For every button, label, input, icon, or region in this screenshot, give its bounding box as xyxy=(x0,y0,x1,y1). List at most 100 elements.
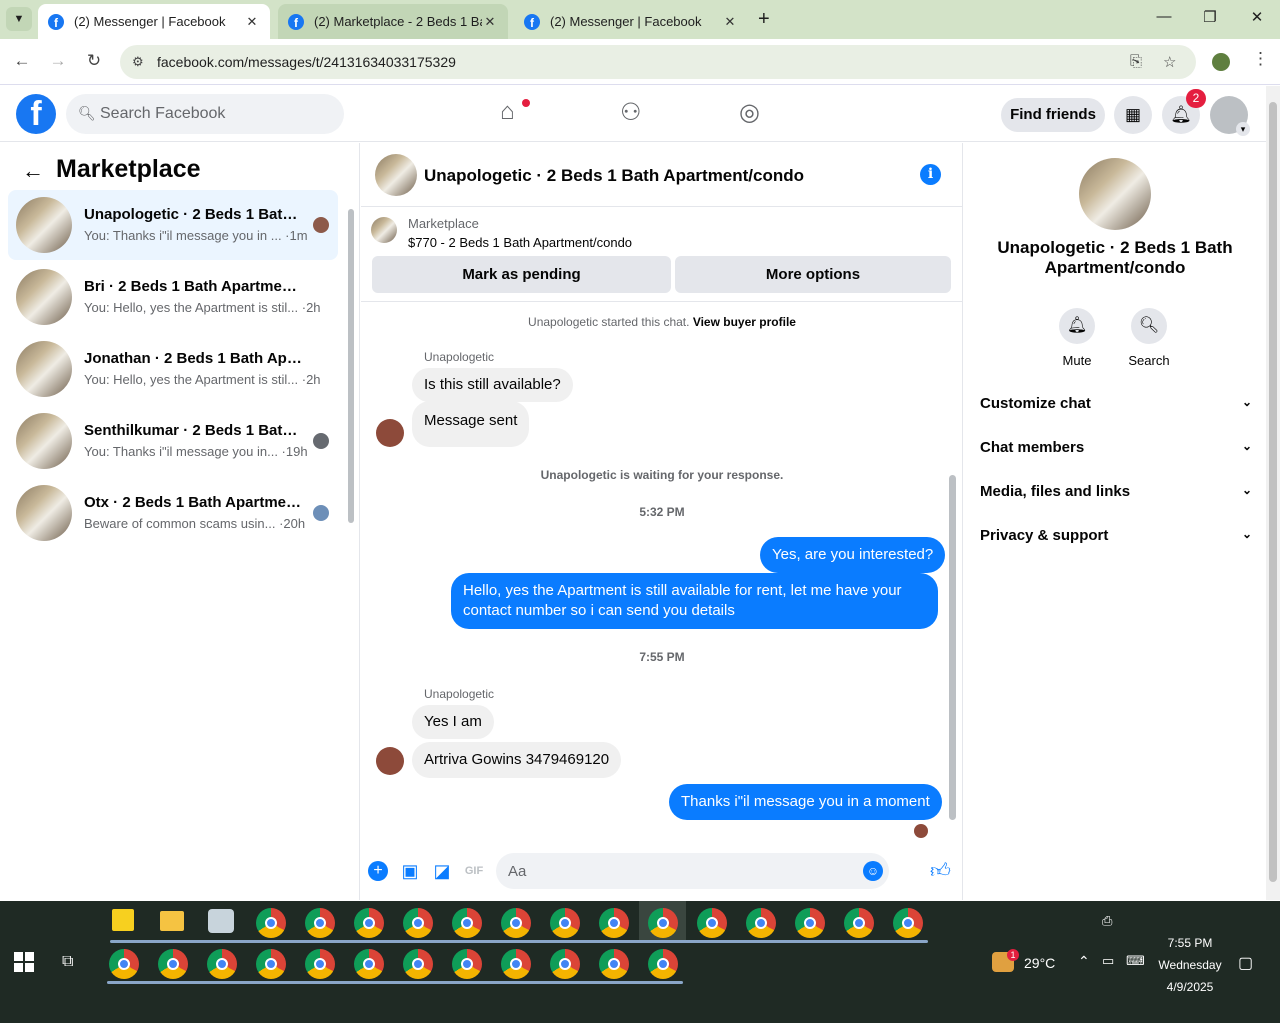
chrome-icon[interactable] xyxy=(550,949,580,979)
privacy-support-row[interactable]: Privacy & support ⌄ xyxy=(980,527,1252,549)
plus-icon[interactable]: + xyxy=(368,861,388,881)
task-view-icon[interactable]: ⧉ xyxy=(62,953,73,971)
keyboard-icon[interactable]: ⌨ xyxy=(1126,953,1145,969)
chat-members-row[interactable]: Chat members ⌄ xyxy=(980,439,1252,461)
chrome-icon[interactable] xyxy=(256,908,286,938)
back-icon[interactable]: ← xyxy=(12,51,32,71)
chrome-icon[interactable] xyxy=(403,908,433,938)
outgoing-message[interactable]: Thanks i"il message you in a moment xyxy=(669,784,942,820)
address-bar[interactable]: ⚙ facebook.com/messages/t/24131634033175… xyxy=(120,45,1196,79)
bookmark-star-icon[interactable]: ☆ xyxy=(1163,53,1176,71)
chrome-icon[interactable] xyxy=(599,949,629,979)
gif-icon[interactable]: GIF xyxy=(464,861,484,881)
sticker-icon[interactable]: ◪ xyxy=(432,861,452,881)
more-options-button[interactable]: More options xyxy=(675,256,951,293)
mute-button[interactable]: 🔔︎ Mute xyxy=(1047,308,1107,368)
photo-icon[interactable]: ▣ xyxy=(400,861,420,881)
reload-icon[interactable]: ↻ xyxy=(84,51,104,71)
conversation-item[interactable]: Otx · 2 Beds 1 Bath Apartment/condo Bewa… xyxy=(8,478,338,548)
meet-now-icon[interactable]: ⎙ xyxy=(1102,913,1112,929)
scrollbar-thumb[interactable] xyxy=(1269,102,1277,882)
sender-avatar[interactable] xyxy=(376,419,404,447)
scrollbar-thumb[interactable] xyxy=(949,475,956,820)
chrome-icon[interactable] xyxy=(550,908,580,938)
site-info-icon[interactable]: ⚙ xyxy=(132,54,144,70)
chrome-icon[interactable] xyxy=(795,908,825,938)
file-explorer-icon[interactable] xyxy=(160,911,184,931)
customize-chat-row[interactable]: Customize chat ⌄ xyxy=(980,395,1252,417)
chrome-icon[interactable] xyxy=(158,949,188,979)
conversation-item[interactable]: Senthilkumar · 2 Beds 1 Bath Apartment/c… xyxy=(8,406,338,476)
friends-icon[interactable]: ⚇ xyxy=(620,98,642,127)
chrome-icon[interactable] xyxy=(305,949,335,979)
new-tab-icon[interactable]: + xyxy=(758,8,770,31)
browser-profile-icon[interactable] xyxy=(1212,53,1230,71)
listing-thumbnail[interactable] xyxy=(375,154,417,196)
chrome-icon[interactable] xyxy=(452,949,482,979)
sticky-notes-icon[interactable] xyxy=(112,909,134,931)
temperature[interactable]: 29°C xyxy=(1024,955,1055,971)
conversation-item[interactable]: Jonathan · 2 Beds 1 Bath Apartment/condo… xyxy=(8,334,338,404)
groups-icon[interactable]: ◎ xyxy=(739,98,760,127)
chrome-icon[interactable] xyxy=(256,949,286,979)
snipping-tool-icon[interactable] xyxy=(208,909,234,933)
facebook-search-input[interactable]: 🔍︎ Search Facebook xyxy=(66,94,344,134)
notification-center-icon[interactable]: ▢ xyxy=(1238,953,1253,973)
account-avatar[interactable]: ▾ xyxy=(1210,96,1250,136)
tab-close-icon[interactable]: ✕ xyxy=(244,14,260,30)
view-buyer-profile-link[interactable]: View buyer profile xyxy=(693,315,796,329)
chrome-icon[interactable] xyxy=(109,949,139,979)
facebook-logo-icon[interactable]: f xyxy=(16,94,56,134)
chrome-icon[interactable] xyxy=(746,908,776,938)
tab-close-icon[interactable]: ✕ xyxy=(722,14,738,30)
chat-scrollbar[interactable] xyxy=(947,309,957,837)
tab-close-icon[interactable]: ✕ xyxy=(482,14,498,30)
chrome-icon[interactable] xyxy=(893,908,923,938)
like-thumbs-up-icon[interactable]: 👍︎ xyxy=(930,861,951,881)
forward-icon[interactable]: → xyxy=(48,51,68,71)
sender-avatar[interactable] xyxy=(376,747,404,775)
chrome-icon[interactable] xyxy=(354,908,384,938)
restore-icon[interactable]: ❐ xyxy=(1200,8,1220,26)
system-clock[interactable]: 7:55 PM Wednesday 4/9/2025 xyxy=(1150,932,1230,998)
chrome-icon[interactable] xyxy=(648,908,678,938)
tab-search-chevron-icon[interactable]: ▼ xyxy=(6,7,32,31)
home-icon[interactable]: ⌂ xyxy=(500,98,515,126)
chrome-icon[interactable] xyxy=(452,908,482,938)
browser-tab-messenger-2[interactable]: f (2) Messenger | Facebook ✕ xyxy=(514,4,748,39)
chrome-icon[interactable] xyxy=(648,949,678,979)
outgoing-message[interactable]: Yes, are you interested? xyxy=(760,537,946,573)
chrome-icon[interactable] xyxy=(207,949,237,979)
conversation-item[interactable]: Bri · 2 Beds 1 Bath Apartment/condo You:… xyxy=(8,262,338,332)
emoji-icon[interactable]: ☺ xyxy=(863,861,883,881)
listing-thumbnail[interactable] xyxy=(371,217,397,243)
incoming-message[interactable]: Message sent xyxy=(412,401,530,447)
chrome-icon[interactable] xyxy=(354,949,384,979)
chrome-icon[interactable] xyxy=(844,908,874,938)
chrome-icon[interactable] xyxy=(501,949,531,979)
install-app-icon[interactable]: ⎘ xyxy=(1130,53,1142,70)
chrome-icon[interactable] xyxy=(599,908,629,938)
info-icon[interactable]: i xyxy=(920,164,941,185)
chrome-icon[interactable] xyxy=(501,908,531,938)
conversation-item[interactable]: Unapologetic · 2 Beds 1 Bath Apartment/c… xyxy=(8,190,338,260)
minimize-icon[interactable]: — xyxy=(1154,8,1174,25)
browser-tab-messenger-1[interactable]: f (2) Messenger | Facebook ✕ xyxy=(38,4,270,39)
listing-price[interactable]: $770 - 2 Beds 1 Bath Apartment/condo xyxy=(408,235,632,250)
incoming-message[interactable]: Is this still available? xyxy=(412,368,573,402)
browser-tab-marketplace[interactable]: f (2) Marketplace - 2 Beds 1 Bath Apartm… xyxy=(278,4,508,39)
chrome-icon[interactable] xyxy=(305,908,335,938)
scrollbar-thumb[interactable] xyxy=(348,209,354,523)
mark-as-pending-button[interactable]: Mark as pending xyxy=(372,256,671,293)
menu-grid-icon[interactable]: ▦ xyxy=(1114,96,1152,134)
back-arrow-icon[interactable]: ← xyxy=(22,158,44,184)
incoming-message[interactable]: Artriva Gowins 3479469120 xyxy=(412,742,622,778)
page-scrollbar[interactable] xyxy=(1266,86,1280,900)
listing-thumbnail[interactable] xyxy=(1079,158,1151,230)
incoming-message[interactable]: Yes I am xyxy=(412,705,494,739)
media-files-links-row[interactable]: Media, files and links ⌄ xyxy=(980,483,1252,505)
network-icon[interactable]: ▭ xyxy=(1102,953,1114,969)
chat-title[interactable]: Unapologetic · 2 Beds 1 Bath Apartment/c… xyxy=(424,166,804,186)
browser-menu-icon[interactable]: ⋮ xyxy=(1252,49,1269,69)
sidebar-scrollbar[interactable] xyxy=(347,199,355,529)
